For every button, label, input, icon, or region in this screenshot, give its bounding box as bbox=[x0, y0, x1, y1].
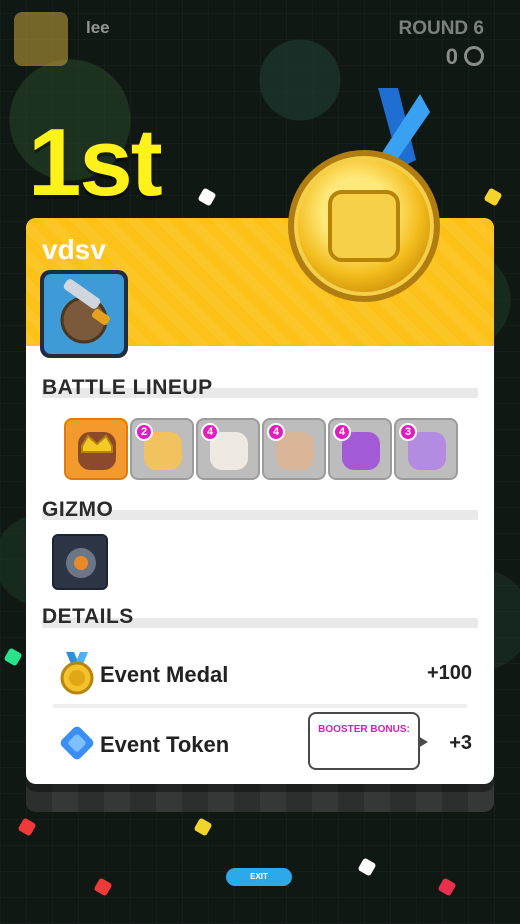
sword-shield-icon bbox=[44, 274, 124, 354]
gold-medal-icon bbox=[288, 150, 440, 302]
battle-lineup: 2 4 4 4 3 bbox=[64, 418, 458, 480]
unit-level-badge: 4 bbox=[333, 423, 351, 441]
hud-player-name: lee bbox=[86, 18, 110, 37]
lineup-unit[interactable]: 2 bbox=[130, 418, 194, 480]
medal-emblem bbox=[328, 190, 400, 262]
booster-bonus-label: BOOSTER BONUS: bbox=[318, 724, 410, 735]
unit-level-badge: 4 bbox=[201, 423, 219, 441]
token-diamond-icon bbox=[56, 720, 98, 766]
opponent-avatar bbox=[14, 12, 68, 66]
round-label: ROUND 6 bbox=[398, 18, 484, 39]
player-name: vdsv bbox=[42, 234, 106, 265]
hud-score: 0 bbox=[445, 44, 458, 69]
lineup-unit[interactable]: 4 bbox=[328, 418, 392, 480]
unit-level-badge: 4 bbox=[267, 423, 285, 441]
clock-icon bbox=[464, 46, 484, 66]
event-token-value: +3 bbox=[449, 732, 472, 754]
gizmo-slot[interactable] bbox=[52, 534, 108, 590]
event-medal-row: Event Medal +100 bbox=[52, 646, 472, 702]
details-title: DETAILS bbox=[42, 605, 134, 628]
lineup-unit-leader[interactable] bbox=[64, 418, 128, 480]
gizmo-title: GIZMO bbox=[42, 498, 114, 521]
placement-text: 1st bbox=[28, 109, 163, 216]
event-token-label: Event Token bbox=[100, 732, 230, 757]
row-divider bbox=[52, 704, 468, 708]
lineup-unit[interactable]: 4 bbox=[196, 418, 260, 480]
booster-bonus-box: BOOSTER BONUS: bbox=[308, 712, 428, 770]
medal-icon bbox=[56, 650, 98, 696]
unit-level-badge: 3 bbox=[399, 423, 417, 441]
event-medal-label: Event Medal bbox=[100, 662, 229, 687]
lineup-unit[interactable]: 3 bbox=[394, 418, 458, 480]
battle-lineup-title: BATTLE LINEUP bbox=[42, 376, 213, 399]
lineup-unit[interactable]: 4 bbox=[262, 418, 326, 480]
player-badge bbox=[40, 270, 128, 358]
leader-crown-icon bbox=[78, 432, 116, 470]
cannon-icon bbox=[66, 548, 96, 578]
results-card: vdsv BATTLE LINEUP 2 4 4 4 3 GIZMO DETAI… bbox=[26, 218, 494, 784]
exit-button[interactable]: EXIT bbox=[226, 868, 292, 886]
event-medal-value: +100 bbox=[426, 662, 472, 684]
unit-level-badge: 2 bbox=[135, 423, 153, 441]
